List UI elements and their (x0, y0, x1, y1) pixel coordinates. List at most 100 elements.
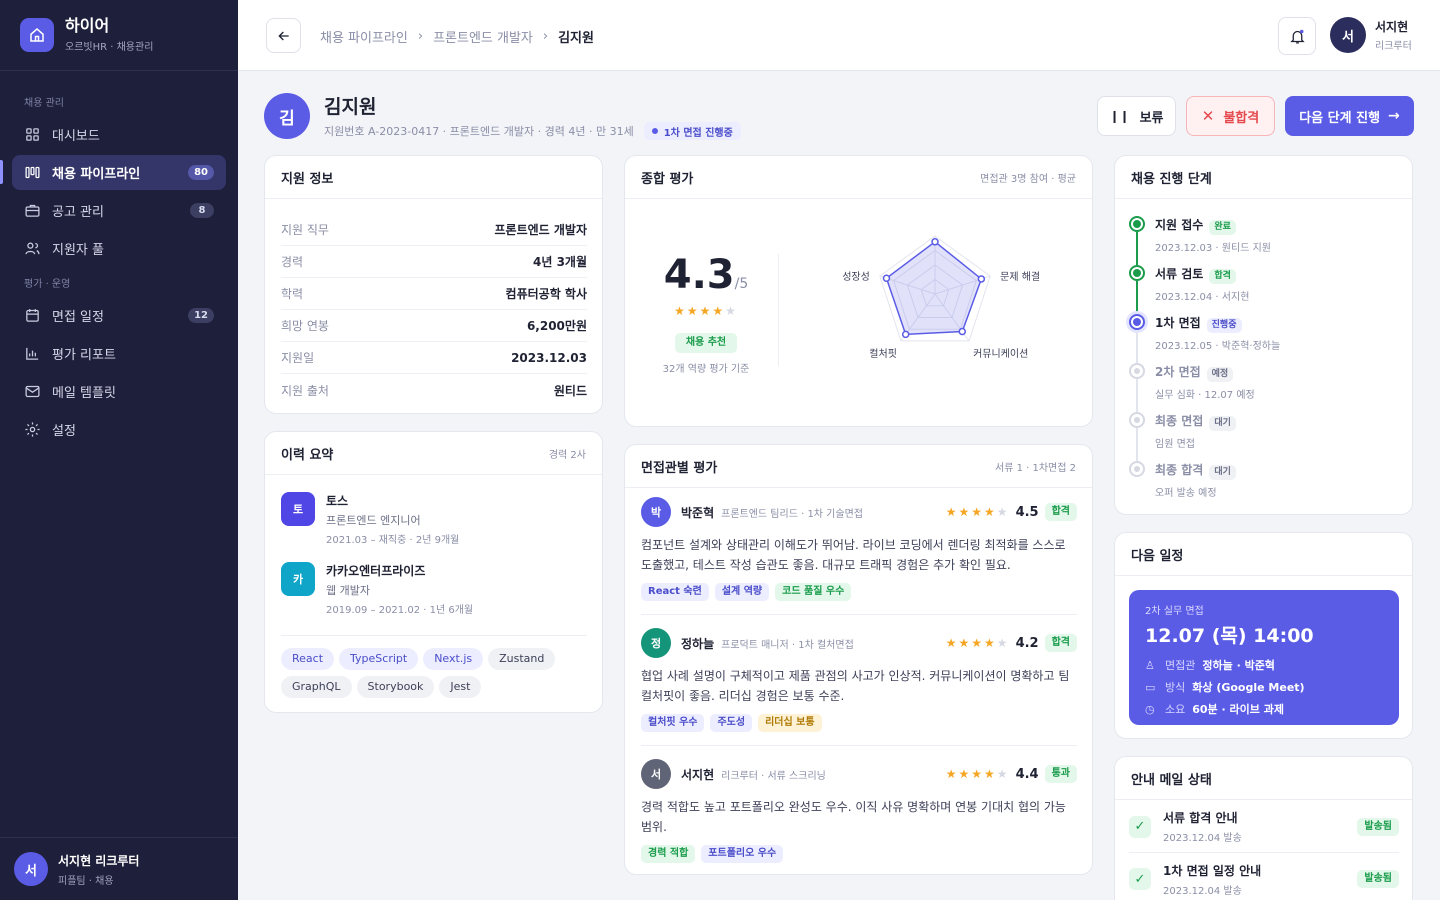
dot (1133, 220, 1141, 228)
breadcrumb-link[interactable]: 프론트엔드 개발자 (433, 27, 533, 46)
stage-body: 최종 면접 대기 임원 면접 (1155, 412, 1236, 450)
review-item: 박 박준혁 프론트엔드 팀리드 · 1차 기술면접 ★★★★★ 4.5 합격 컴포넌트 설계… (641, 497, 1077, 615)
mail-status-badge: 발송됨 (1357, 817, 1399, 836)
skill-chip[interactable]: React (281, 648, 335, 670)
status-dot-icon (651, 128, 658, 134)
radar-chart: 기술 역량문제 해결커뮤니케이션컬처핏성장성 (842, 235, 1040, 360)
sidebar-item-mail-templates[interactable]: 메일 템플릿 (12, 374, 226, 409)
info-value: 2023.12.03 (511, 350, 587, 365)
active-indicator (0, 160, 3, 184)
reviewer-name: 서지현 (681, 767, 715, 782)
info-value: 6,200만원 (526, 319, 587, 333)
reject-button[interactable]: ✕ 불합격 (1186, 96, 1275, 136)
sidebar-item-dashboard[interactable]: 대시보드 (12, 117, 226, 152)
stage-item[interactable]: 서류 검토 합격 2023.12.04 · 서지현 (1129, 265, 1249, 303)
score-max: /5 (734, 276, 749, 292)
topbar: 채용 파이프라인 › 프론트엔드 개발자 › 김지원 서 서지현 리크루터 (238, 0, 1440, 71)
radar-label: 커뮤니케이션 (973, 348, 1028, 360)
breadcrumb: 채용 파이프라인 › 프론트엔드 개발자 › 김지원 (320, 27, 594, 46)
card-title: 채용 진행 단계 (1131, 171, 1212, 187)
sidebar-item-label: 공고 관리 (52, 205, 104, 220)
review-tags: 경력 적합 포트폴리오 우수 (641, 845, 1077, 863)
card-title: 안내 메일 상태 (1131, 772, 1212, 788)
dot (1134, 466, 1140, 472)
skill-chip[interactable]: Zustand (488, 648, 556, 670)
notification-button[interactable] (1278, 17, 1316, 55)
sidebar-item-label: 평가 리포트 (52, 348, 116, 363)
stage-body: 최종 합격 대기 오퍼 발송 예정 (1155, 461, 1236, 499)
stage-body: 1차 면접 진행중 2023.12.05 · 박준혁·정하늘 (1155, 314, 1280, 352)
info-row: 희망 연봉 6,200만원 (281, 310, 587, 342)
reviewer-avatar: 박 (641, 497, 671, 527)
stage-tag: 진행중 (1206, 318, 1242, 333)
stage-item[interactable]: 1차 면접 진행중 2023.12.05 · 박준혁·정하늘 (1129, 314, 1280, 352)
avatar: 서 (1330, 17, 1366, 53)
review-tag: 주도성 (710, 714, 753, 732)
pending-circle-icon (1129, 412, 1145, 428)
skill-chip[interactable]: Next.js (423, 648, 484, 670)
pause-icon: ❙❙ (1109, 109, 1130, 123)
reviews-card: 면접관별 평가 서류 1 · 1차면접 2 박 박준혁 프론트엔드 팀리드 · 1차… (624, 444, 1093, 875)
overall-score: 4.3 (663, 252, 735, 298)
review-tag: 경력 적합 (641, 845, 696, 863)
info-row: 지원 직무 프론트엔드 개발자 (281, 214, 587, 246)
mail-item[interactable]: ✓ 서류 합격 안내 2023.12.04 발송 발송됨 (1129, 801, 1399, 853)
review-text: 경력 적합도 높고 포트폴리오 완성도 우수. 이직 사유 명확하며 연봉 기대… (641, 800, 1066, 834)
sidebar-item-jobs[interactable]: 공고 관리 8 (12, 193, 226, 228)
home-logo-icon[interactable] (20, 18, 54, 52)
user-team: 피플팀 · 채용 (58, 875, 114, 887)
sidebar-item-talent-pool[interactable]: 지원자 풀 (12, 231, 226, 266)
star-empty-icon: ★ (996, 636, 1010, 650)
mail-text: 1차 면접 일정 안내 2023.12.04 발송 (1163, 862, 1261, 897)
stage-item[interactable]: 지원 접수 완료 2023.12.03 · 원티드 지원 (1129, 216, 1271, 254)
star-filled-icon: ★ (945, 505, 959, 519)
sidebar-item-label: 설정 (52, 424, 76, 439)
breadcrumb-link[interactable]: 채용 파이프라인 (320, 27, 408, 46)
back-button[interactable] (266, 18, 301, 53)
calendar-icon (26, 309, 39, 322)
gear-icon (25, 422, 40, 437)
sidebar-item-pipeline[interactable]: 채용 파이프라인 80 (12, 155, 226, 190)
stage-title: 서류 검토 (1155, 267, 1204, 281)
stage-item[interactable]: 2차 면접 예정 실무 심화 · 12.07 예정 (1129, 363, 1255, 401)
brand-name: 하이어 (65, 16, 110, 35)
pending-circle-icon (1129, 363, 1145, 379)
hold-label: 보류 (1139, 110, 1164, 126)
stage-tag: 대기 (1209, 465, 1236, 480)
schedule-panel[interactable]: 2차 실무 면접 12.07 (목) 14:00 ♙ 면접관 정하늘 · 박준혁 ▭ 방… (1129, 590, 1399, 725)
star-filled-icon: ★ (984, 505, 997, 519)
candidate-meta: 지원번호 A-2023-0417 · 프론트엔드 개발자 · 경력 4년 · 만… (324, 125, 634, 138)
top-user-menu[interactable]: 서 서지현 리크루터 (1330, 17, 1412, 53)
stage-item[interactable]: 최종 면접 대기 임원 면접 (1129, 412, 1236, 450)
recommend-badge: 채용 추천 (674, 333, 738, 353)
mail-item[interactable]: ✓ 1차 면접 일정 안내 2023.12.04 발송 발송됨 (1129, 853, 1399, 900)
skill-chip[interactable]: Storybook (356, 676, 435, 698)
company-logo: 토 (281, 492, 315, 526)
reviewer-role: 프로덕트 매니저 · 1차 컬처면접 (721, 639, 854, 651)
radar-series (885, 240, 983, 336)
brand: 하이어 오르빗HR · 채용관리 (0, 0, 238, 71)
info-value: 프론트엔드 개발자 (494, 223, 588, 237)
mail-text: 서류 합격 안내 2023.12.04 발송 (1163, 809, 1242, 844)
next-stage-button[interactable]: 다음 단계 진행 → (1285, 96, 1414, 136)
star-filled-icon: ★ (686, 304, 700, 318)
sidebar-item-reports[interactable]: 평가 리포트 (12, 336, 226, 371)
stage-sub: 임원 면접 (1155, 439, 1195, 450)
sidebar-user[interactable]: 서 서지현 리크루터 피플팀 · 채용 (0, 837, 238, 900)
skill-chip[interactable]: Jest (439, 676, 482, 698)
hold-button[interactable]: ❙❙ 보류 (1097, 96, 1176, 136)
review-header: 서 서지현 리크루터 · 서류 스크리닝 ★★★★★ 4.4 통과 (641, 759, 1077, 789)
skill-chip[interactable]: TypeScript (339, 648, 419, 670)
sidebar-item-settings[interactable]: 설정 (12, 412, 226, 447)
schedule-kind: 2차 실무 면접 (1145, 606, 1204, 617)
mail-date: 2023.12.04 발송 (1163, 833, 1242, 844)
count-badge: 12 (188, 308, 214, 323)
reviewer-avatar: 정 (641, 628, 671, 658)
pending-circle-icon (1129, 461, 1145, 477)
schedule-row: ▭ 방식 화상 (Google Meet) (1145, 679, 1383, 695)
skill-chip[interactable]: GraphQL (281, 676, 352, 698)
sidebar-item-interview-schedule[interactable]: 면접 일정 12 (12, 298, 226, 333)
stage-sub: 2023.12.04 · 서지현 (1155, 292, 1250, 303)
stage-item[interactable]: 최종 합격 대기 오퍼 발송 예정 (1129, 461, 1236, 499)
review-item: 서 서지현 리크루터 · 서류 스크리닝 ★★★★★ 4.4 통과경력 적합도 높고 포트… (641, 759, 1077, 863)
